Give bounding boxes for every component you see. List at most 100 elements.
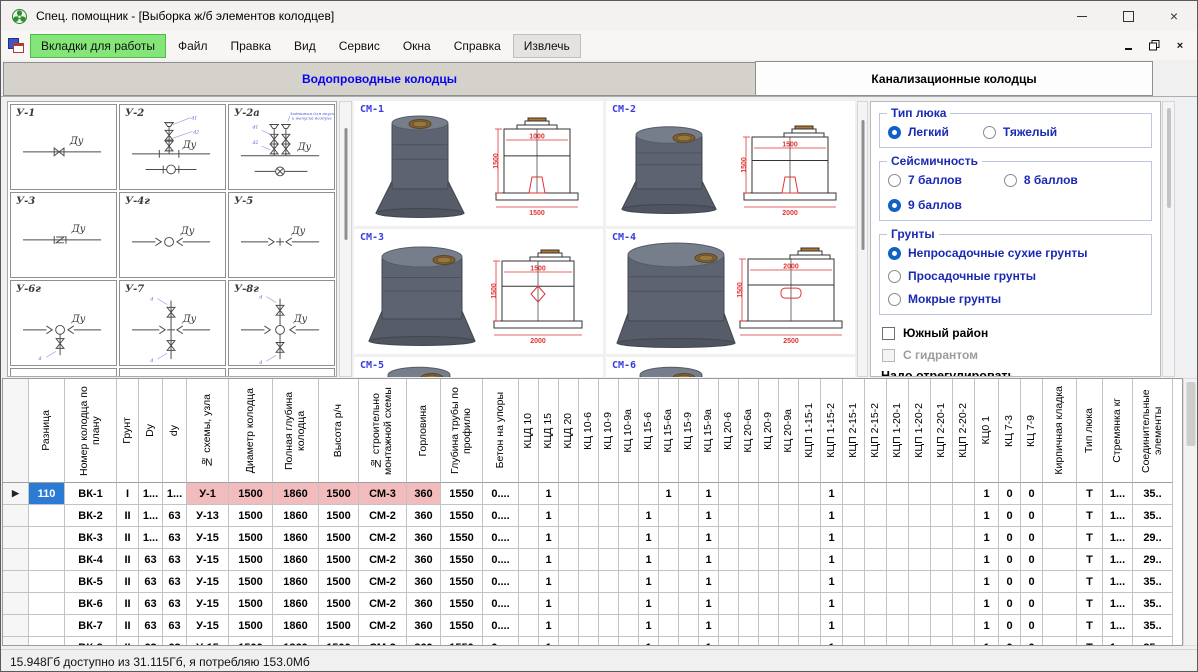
cell[interactable]	[887, 593, 909, 615]
cell[interactable]: 1	[699, 615, 719, 637]
cell[interactable]	[843, 571, 865, 593]
cell[interactable]	[679, 483, 699, 505]
radio-hatch-light[interactable]: Легкий	[888, 125, 949, 139]
menu-item-service[interactable]: Сервис	[328, 34, 391, 58]
cell[interactable]: Т	[1077, 593, 1103, 615]
col-header[interactable]: КЦП 1-15-2	[821, 379, 843, 483]
cell[interactable]: СМ-2	[359, 593, 407, 615]
cell[interactable]	[579, 593, 599, 615]
cell[interactable]: 63	[163, 571, 187, 593]
row-selector[interactable]	[3, 549, 29, 571]
cell[interactable]	[29, 615, 65, 637]
cell[interactable]: Т	[1077, 483, 1103, 505]
cell[interactable]: 1	[821, 637, 843, 646]
cell[interactable]	[559, 505, 579, 527]
cell[interactable]	[559, 593, 579, 615]
maximize-button[interactable]	[1105, 1, 1151, 31]
cell[interactable]: 1500	[229, 615, 273, 637]
cell[interactable]: 0	[1021, 637, 1043, 646]
cell[interactable]: 0	[1021, 615, 1043, 637]
cell[interactable]	[659, 593, 679, 615]
wells-scrollbar[interactable]	[857, 101, 868, 377]
cell[interactable]	[1043, 549, 1077, 571]
cell[interactable]: СМ-2	[359, 549, 407, 571]
cell[interactable]: ВК-3	[65, 527, 117, 549]
cell[interactable]	[29, 527, 65, 549]
cell[interactable]: 1	[821, 615, 843, 637]
cell[interactable]	[599, 593, 619, 615]
cell[interactable]: 35..	[1133, 571, 1173, 593]
cell[interactable]	[679, 527, 699, 549]
cell[interactable]: II	[117, 615, 139, 637]
menu-item-file[interactable]: Файл	[167, 34, 219, 58]
col-header[interactable]: КЦ 20-9	[759, 379, 779, 483]
cell[interactable]: У-15	[187, 527, 229, 549]
schematic-cell[interactable]	[228, 368, 335, 377]
cell[interactable]	[619, 615, 639, 637]
cell[interactable]: 1...	[1103, 593, 1133, 615]
col-header[interactable]: Кирпичная кладка	[1043, 379, 1077, 483]
cell[interactable]: 1	[639, 527, 659, 549]
col-header[interactable]: КЦД 10	[519, 379, 539, 483]
checkbox-southern-district[interactable]: Южный район	[882, 326, 1152, 340]
cell[interactable]: 1860	[273, 483, 319, 505]
mdi-restore-button[interactable]	[1147, 39, 1161, 53]
cell[interactable]	[1043, 483, 1077, 505]
cell[interactable]: 63	[139, 615, 163, 637]
cell[interactable]	[559, 615, 579, 637]
cell[interactable]	[519, 527, 539, 549]
cell[interactable]	[799, 483, 821, 505]
cell[interactable]: 0	[999, 505, 1021, 527]
cell[interactable]: 1	[699, 593, 719, 615]
menu-item-edit[interactable]: Правка	[219, 34, 282, 58]
cell[interactable]	[719, 549, 739, 571]
cell[interactable]	[679, 505, 699, 527]
cell[interactable]	[659, 527, 679, 549]
cell[interactable]: Т	[1077, 549, 1103, 571]
col-header[interactable]: КЦД 15	[539, 379, 559, 483]
cell[interactable]	[719, 527, 739, 549]
cell[interactable]	[759, 615, 779, 637]
cell[interactable]: У-15	[187, 593, 229, 615]
cell[interactable]	[579, 637, 599, 646]
cell[interactable]: 1550	[441, 549, 483, 571]
cell[interactable]: 35..	[1133, 483, 1173, 505]
schematic-cell[interactable]: ДуУ-4г	[119, 192, 226, 278]
cell[interactable]: 1	[539, 549, 559, 571]
col-header[interactable]: Разница	[29, 379, 65, 483]
cell[interactable]	[29, 593, 65, 615]
cell[interactable]: 1500	[319, 593, 359, 615]
table-scrollbar[interactable]	[1183, 378, 1198, 646]
cell[interactable]	[519, 505, 539, 527]
cell[interactable]	[779, 615, 799, 637]
cell[interactable]: 0	[1021, 593, 1043, 615]
cell[interactable]: II	[117, 549, 139, 571]
cell[interactable]: 1	[639, 615, 659, 637]
cell[interactable]	[799, 549, 821, 571]
menu-item-view[interactable]: Вид	[283, 34, 327, 58]
cell[interactable]	[599, 637, 619, 646]
menu-item-extract[interactable]: Извлечь	[513, 34, 581, 58]
cell[interactable]	[779, 549, 799, 571]
cell[interactable]: 63	[163, 637, 187, 646]
well-card[interactable]: 150015002000СМ-3	[354, 229, 603, 354]
cell[interactable]	[843, 549, 865, 571]
cell[interactable]: II	[117, 593, 139, 615]
cell[interactable]	[659, 637, 679, 646]
cell[interactable]: 0	[999, 637, 1021, 646]
cell[interactable]	[799, 615, 821, 637]
cell[interactable]	[579, 527, 599, 549]
cell[interactable]: 1	[699, 571, 719, 593]
mdi-minimize-button[interactable]	[1121, 39, 1135, 53]
cell[interactable]	[519, 637, 539, 646]
cell[interactable]	[865, 527, 887, 549]
cell[interactable]	[799, 527, 821, 549]
cell[interactable]: 1	[821, 527, 843, 549]
cell[interactable]	[599, 505, 619, 527]
cell[interactable]	[619, 571, 639, 593]
cell[interactable]: 63	[139, 593, 163, 615]
row-selector[interactable]	[3, 637, 29, 646]
row-selector[interactable]	[3, 615, 29, 637]
cell[interactable]: 1	[699, 505, 719, 527]
col-header[interactable]: КЦП 1-20-1	[887, 379, 909, 483]
